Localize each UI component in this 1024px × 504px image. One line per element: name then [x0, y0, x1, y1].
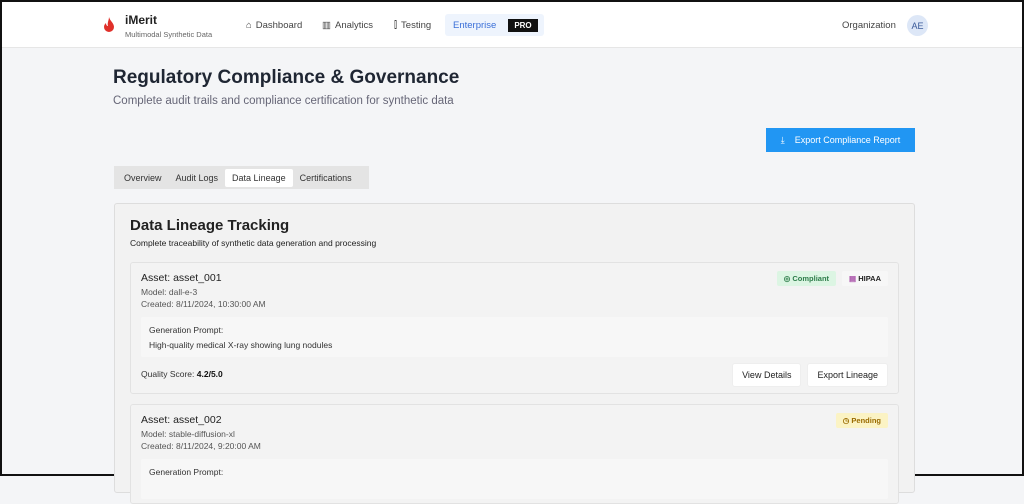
nav-label: Dashboard [255, 19, 303, 31]
tab-certifications[interactable]: Certifications [293, 169, 359, 187]
status-badge: ◎ Compliant [776, 271, 837, 286]
quality-label: Quality Score: [141, 369, 195, 379]
generation-prompt-box: Generation Prompt: High-quality medical … [141, 317, 888, 357]
nav-dashboard[interactable]: ⌂ Dashboard [238, 14, 310, 36]
asset-title: Asset: asset_002 [141, 414, 222, 426]
tab-overview[interactable]: Overview [117, 169, 169, 187]
test-tube-icon: ⫿ [394, 19, 398, 31]
data-lineage-panel: Data Lineage Tracking Complete traceabil… [114, 203, 915, 504]
export-compliance-report-button[interactable]: ⤓ Export Compliance Report [766, 128, 915, 152]
generation-prompt-box: Generation Prompt: [141, 459, 888, 499]
top-nav-bar: iMerit Multimodal Synthetic Data ⌂ Dashbo… [2, 2, 1022, 48]
page-title: Regulatory Compliance & Governance [113, 67, 460, 88]
prompt-label: Generation Prompt: [149, 325, 224, 335]
nav-label: Testing [401, 19, 432, 31]
quality-score: Quality Score: 4.2/5.0 [141, 369, 223, 379]
quality-value: 4.2/5.0 [196, 369, 223, 379]
pro-badge: PRO [508, 18, 538, 32]
compliance-tag-badge: ▤ HIPAA [842, 271, 888, 286]
asset-model: Model: dall-e-3 [141, 287, 198, 297]
brand-name: iMerit [125, 13, 158, 27]
tab-audit-logs[interactable]: Audit Logs [169, 169, 226, 187]
button-label: Export Compliance Report [794, 135, 901, 145]
asset-card: Asset: asset_001 Model: dall-e-3 Created… [130, 262, 899, 394]
status-text: Pending [851, 416, 881, 425]
status-badge: ◷ Pending [835, 413, 888, 428]
section-description: Complete traceability of synthetic data … [130, 238, 377, 248]
imerit-logo-icon [104, 17, 114, 32]
download-icon: ⤓ [780, 134, 785, 145]
tab-bar: Overview Audit Logs Data Lineage Certifi… [114, 166, 369, 189]
nav-enterprise[interactable]: Enterprise PRO [445, 14, 544, 36]
tag-text: HIPAA [858, 274, 881, 283]
nav-testing[interactable]: ⫿ Testing [386, 14, 439, 36]
avatar[interactable]: AE [907, 15, 928, 36]
status-text: Compliant [792, 274, 830, 283]
bar-chart-icon: ▥ [322, 19, 331, 31]
nav-analytics[interactable]: ▥ Analytics [314, 14, 381, 36]
brand-tagline: Multimodal Synthetic Data [125, 30, 213, 39]
asset-card: Asset: asset_002 Model: stable-diffusion… [130, 404, 899, 504]
home-icon: ⌂ [246, 19, 252, 31]
view-details-button[interactable]: View Details [732, 363, 802, 387]
asset-created: Created: 8/11/2024, 9:20:00 AM [141, 441, 261, 451]
export-lineage-button[interactable]: Export Lineage [807, 363, 888, 387]
asset-created: Created: 8/11/2024, 10:30:00 AM [141, 299, 266, 309]
asset-model: Model: stable-diffusion-xl [141, 429, 235, 439]
nav-label: Enterprise [453, 19, 497, 31]
page-subtitle: Complete audit trails and compliance cer… [113, 95, 454, 107]
prompt-text: High-quality medical X-ray showing lung … [149, 340, 333, 350]
tab-data-lineage[interactable]: Data Lineage [225, 168, 293, 187]
organization-link[interactable]: Organization [842, 20, 896, 31]
document-icon: ▤ [849, 274, 857, 283]
asset-title: Asset: asset_001 [141, 272, 222, 284]
nav-label: Analytics [334, 19, 373, 31]
section-title: Data Lineage Tracking [130, 217, 290, 234]
